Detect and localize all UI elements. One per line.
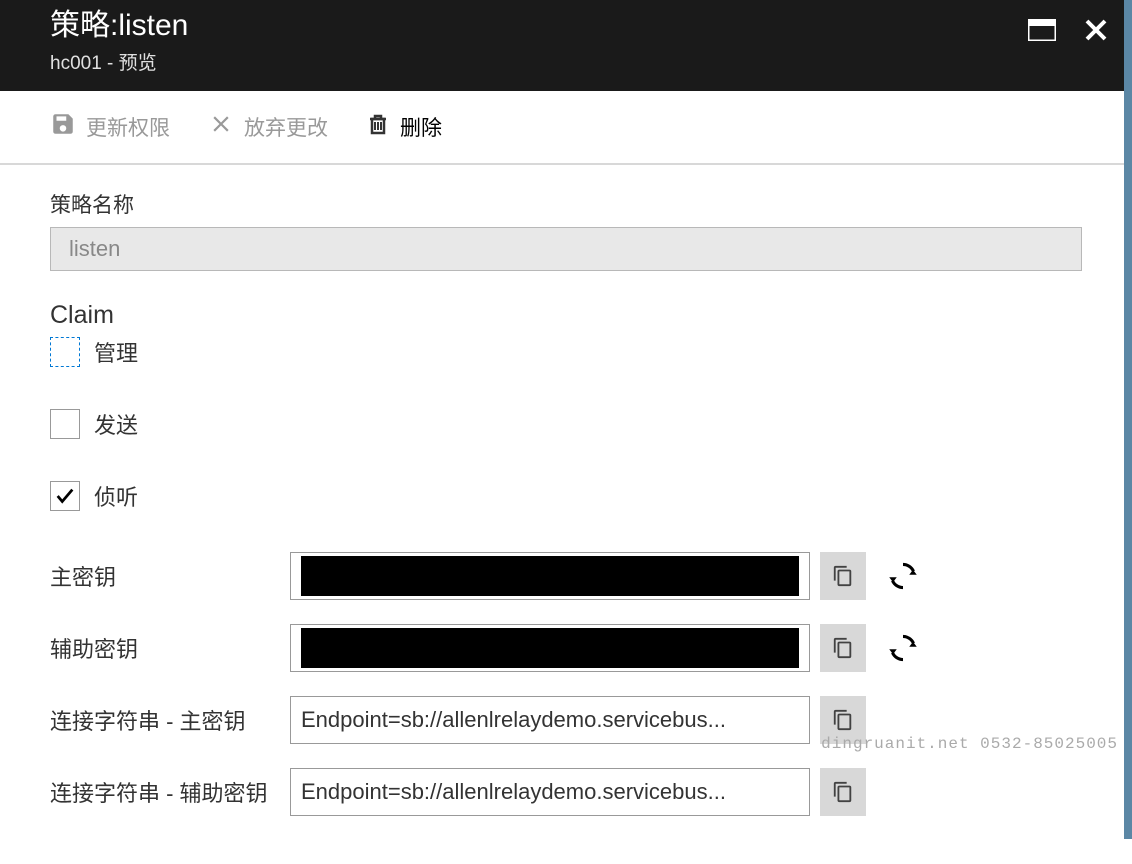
claim-listen-checkbox[interactable] <box>50 481 80 511</box>
copy-icon <box>832 563 854 589</box>
keys-section: 主密钥 辅助密钥 连接字符串 - 主密钥 E <box>50 552 1082 816</box>
secondary-key-mask <box>301 628 799 668</box>
delete-icon <box>366 111 390 143</box>
claim-listen-label: 侦听 <box>94 480 138 512</box>
claim-manage-row: 管理 <box>50 336 1082 368</box>
primary-key-field[interactable] <box>290 552 810 600</box>
refresh-icon <box>888 633 918 663</box>
toolbar: 更新权限 放弃更改 删除 <box>0 91 1132 165</box>
blade-title: 策略:listen <box>50 8 1082 44</box>
conn-primary-label: 连接字符串 - 主密钥 <box>50 704 290 736</box>
claim-manage-label: 管理 <box>94 336 138 368</box>
window-controls <box>1028 18 1108 47</box>
primary-key-mask <box>301 556 799 596</box>
policy-name-input[interactable] <box>50 227 1082 271</box>
conn-secondary-row: 连接字符串 - 辅助密钥 Endpoint=sb://allenlrelayde… <box>50 768 1082 816</box>
primary-key-row: 主密钥 <box>50 552 1082 600</box>
copy-icon <box>832 635 854 661</box>
content-area: 策略名称 Claim 管理 发送 侦听 主密钥 辅助密钥 <box>0 165 1132 864</box>
conn-secondary-copy-button[interactable] <box>820 768 866 816</box>
delete-label: 删除 <box>400 112 442 142</box>
maximize-icon[interactable] <box>1028 19 1056 46</box>
claim-section-label: Claim <box>50 301 1082 330</box>
conn-secondary-label: 连接字符串 - 辅助密钥 <box>50 776 290 808</box>
conn-primary-field[interactable]: Endpoint=sb://allenlrelaydemo.servicebus… <box>290 696 810 744</box>
copy-icon <box>832 707 854 733</box>
claim-listen-row: 侦听 <box>50 480 1082 512</box>
secondary-key-field[interactable] <box>290 624 810 672</box>
right-accent-border <box>1124 0 1132 839</box>
claim-send-row: 发送 <box>50 408 1082 440</box>
primary-key-label: 主密钥 <box>50 560 290 592</box>
discard-icon <box>208 111 234 143</box>
discard-label: 放弃更改 <box>244 112 328 142</box>
primary-key-regenerate-button[interactable] <box>880 552 926 600</box>
claim-manage-checkbox[interactable] <box>50 337 80 367</box>
delete-button[interactable]: 删除 <box>366 111 442 143</box>
save-button[interactable]: 更新权限 <box>50 111 170 143</box>
primary-key-copy-button[interactable] <box>820 552 866 600</box>
save-icon <box>50 111 76 143</box>
watermark-text: dingruanit.net 0532-85025005 <box>821 735 1118 753</box>
copy-icon <box>832 779 854 805</box>
discard-button[interactable]: 放弃更改 <box>208 111 328 143</box>
blade-header: 策略:listen hc001 - 预览 <box>0 0 1132 91</box>
refresh-icon <box>888 561 918 591</box>
close-icon[interactable] <box>1084 18 1108 47</box>
claim-send-label: 发送 <box>94 408 138 440</box>
secondary-key-row: 辅助密钥 <box>50 624 1082 672</box>
secondary-key-regenerate-button[interactable] <box>880 624 926 672</box>
checkmark-icon <box>54 485 76 507</box>
claim-send-checkbox[interactable] <box>50 409 80 439</box>
secondary-key-label: 辅助密钥 <box>50 632 290 664</box>
policy-name-label: 策略名称 <box>50 189 1082 219</box>
conn-secondary-field[interactable]: Endpoint=sb://allenlrelaydemo.servicebus… <box>290 768 810 816</box>
secondary-key-copy-button[interactable] <box>820 624 866 672</box>
blade-subtitle: hc001 - 预览 <box>50 48 1082 75</box>
save-label: 更新权限 <box>86 112 170 142</box>
